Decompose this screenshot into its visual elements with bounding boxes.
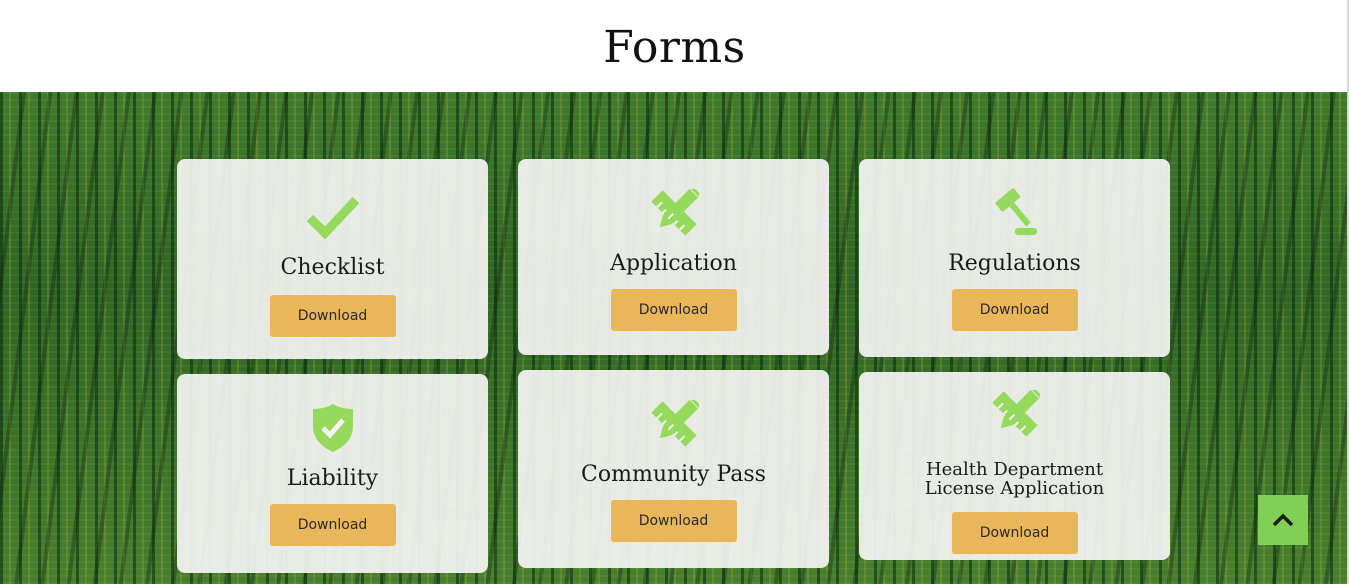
back-to-top-button[interactable] [1258, 495, 1308, 545]
card-title: Application [610, 251, 737, 276]
form-card-checklist: Checklist Download [177, 159, 488, 359]
shield-check-icon [305, 402, 361, 454]
card-title-line: Health Department [925, 459, 1104, 480]
form-card-health-department: Health Department License Application Do… [859, 372, 1170, 560]
download-button-community-pass[interactable]: Download [610, 500, 737, 542]
form-card-liability: Liability Download [177, 374, 488, 573]
download-button-regulations[interactable]: Download [951, 289, 1078, 331]
form-card-community-pass: Community Pass Download [518, 370, 829, 568]
download-button-application[interactable]: Download [610, 289, 737, 331]
card-title: Community Pass [581, 462, 766, 487]
gavel-icon [987, 187, 1043, 239]
pencil-ruler-icon [646, 398, 702, 450]
card-title: Checklist [280, 255, 385, 280]
page-title: Forms [603, 21, 746, 73]
download-button-liability[interactable]: Download [269, 504, 396, 546]
page-header: Forms [0, 0, 1349, 92]
card-title: Health Department License Application [925, 460, 1104, 498]
chevron-up-icon [1271, 512, 1295, 528]
pencil-ruler-icon [987, 388, 1043, 440]
form-card-regulations: Regulations Download [859, 159, 1170, 357]
download-button-checklist[interactable]: Download [269, 295, 396, 337]
checkmark-icon [305, 191, 361, 243]
card-title: Regulations [948, 251, 1081, 276]
card-title-line: License Application [924, 478, 1105, 499]
form-card-application: Application Download [518, 159, 829, 355]
pencil-ruler-icon [646, 187, 702, 239]
download-button-health-department[interactable]: Download [951, 512, 1078, 554]
card-title: Liability [286, 466, 379, 491]
